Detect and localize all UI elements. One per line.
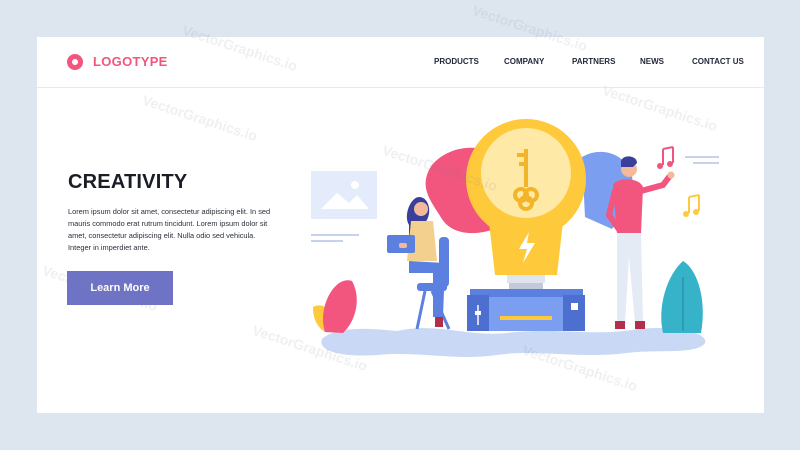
decor-lines-right [685, 156, 719, 164]
plant-icon [661, 261, 703, 333]
creativity-illustration [311, 119, 719, 357]
console-box [467, 289, 585, 331]
decor-lines-left [311, 234, 359, 242]
floor-cloud [321, 327, 706, 357]
seated-woman-figure [387, 197, 451, 330]
landing-card: LOGOTYPE PRODUCTS COMPANY PARTNERS NEWS … [37, 37, 764, 413]
lightbulb-icon [466, 119, 586, 275]
music-note-icon-2 [683, 194, 700, 217]
image-placeholder-icon [311, 171, 377, 219]
pink-leaf [323, 280, 357, 333]
music-note-icon [657, 146, 674, 169]
